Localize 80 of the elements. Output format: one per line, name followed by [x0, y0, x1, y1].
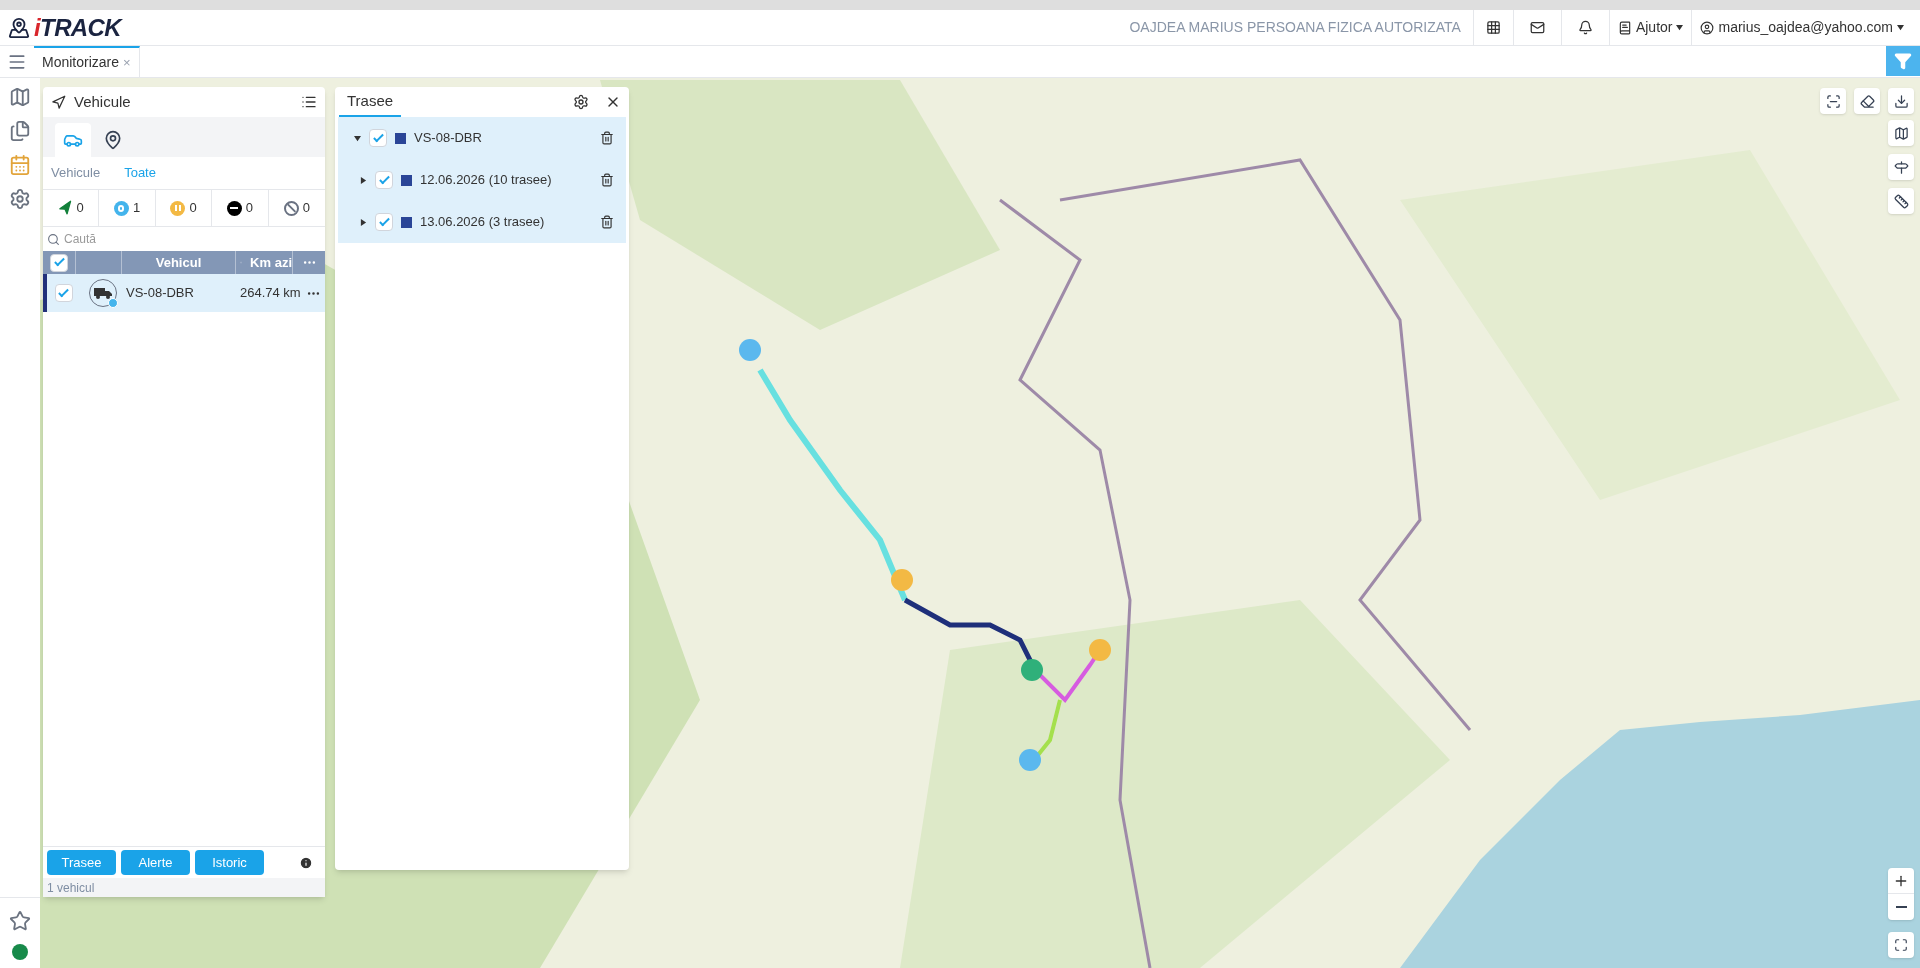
- caret-icon[interactable]: [360, 176, 367, 184]
- delete-icon[interactable]: [600, 215, 614, 229]
- list-icon[interactable]: [301, 94, 317, 110]
- map-button[interactable]: [1888, 120, 1914, 146]
- filter-link[interactable]: Toate: [124, 163, 156, 183]
- grid-icon: [1485, 20, 1501, 35]
- status-count: 1: [132, 199, 141, 218]
- search-icon: [47, 232, 60, 246]
- search-field[interactable]: Caută: [64, 230, 264, 248]
- eraser-button[interactable]: [1854, 88, 1880, 114]
- checkbox[interactable]: [375, 171, 393, 189]
- tree-label: 12.06.2026 (10 trasee): [420, 171, 552, 190]
- status-count: 0: [76, 199, 84, 218]
- eraser-icon: [1859, 93, 1875, 109]
- user-icon: [1700, 20, 1715, 35]
- delete-icon[interactable]: [600, 131, 614, 145]
- close-icon[interactable]: ×: [123, 52, 131, 73]
- star-icon[interactable]: [9, 910, 31, 932]
- caret-icon[interactable]: [360, 218, 367, 226]
- navigation-icon: [51, 94, 66, 110]
- status-count: 0: [245, 199, 253, 218]
- pin-icon: [103, 130, 123, 150]
- user-menu[interactable]: marius_oajdea@yahoo.com: [1691, 10, 1920, 45]
- column-header[interactable]: Km azi: [250, 252, 292, 273]
- caret-icon[interactable]: [354, 134, 361, 142]
- filter-icon: [1894, 52, 1912, 70]
- filter-link[interactable]: Vehicule: [51, 163, 101, 183]
- parked-icon: [113, 200, 129, 216]
- tab-label: Monitorizare: [42, 53, 120, 72]
- route-color-square: [401, 174, 412, 186]
- fullscreen-icon: [1894, 938, 1908, 952]
- book-icon: [1617, 20, 1632, 35]
- vehicle-count: 1 vehicul: [43, 878, 325, 897]
- stop-icon: [226, 200, 242, 216]
- map-layer-button[interactable]: [1820, 88, 1846, 114]
- logo-icon: [8, 16, 30, 39]
- logo: iTRACK: [34, 12, 122, 43]
- layer-icon: [1825, 93, 1841, 109]
- checkbox[interactable]: [375, 213, 393, 231]
- table-cell-text: VS-08-DBR: [126, 284, 195, 303]
- help-label: Ajutor: [1635, 18, 1673, 37]
- checkbox[interactable]: [54, 284, 73, 302]
- map-icon: [1893, 125, 1909, 141]
- user-email: marius_oajdea@yahoo.com: [1718, 18, 1893, 37]
- signpost-icon: [1893, 159, 1909, 175]
- pause-icon: [170, 200, 186, 216]
- caret-icon[interactable]: [1897, 24, 1904, 31]
- minus-icon: [1895, 906, 1907, 908]
- status-count: 0: [189, 199, 197, 218]
- action-button[interactable]: Alerte: [121, 850, 190, 875]
- delete-icon[interactable]: [600, 173, 614, 187]
- tree-label: 13.06.2026 (3 trasee): [420, 213, 545, 232]
- map-icon[interactable]: [9, 86, 31, 108]
- checkbox[interactable]: [50, 253, 68, 272]
- action-button[interactable]: Istoric: [195, 850, 264, 875]
- panel-title: Vehicule: [74, 91, 131, 112]
- documents-icon[interactable]: [9, 120, 31, 142]
- action-button[interactable]: Trasee: [47, 850, 116, 875]
- tab[interactable]: Monitorizare ×: [34, 46, 140, 77]
- route-color-square: [401, 216, 412, 228]
- table-row[interactable]: VS-08-DBR 264.74 km: [43, 274, 325, 312]
- mail-icon: [1529, 20, 1545, 35]
- info-icon[interactable]: [299, 855, 313, 870]
- tree-label: VS-08-DBR: [414, 129, 482, 148]
- company-name: OAJDEA MARIUS PERSOANA FIZICA AUTORIZATA: [1128, 18, 1462, 37]
- download-icon: [1893, 93, 1909, 109]
- arrow-icon: [56, 199, 74, 217]
- signpost-button[interactable]: [1888, 154, 1914, 180]
- fullscreen-button[interactable]: [1888, 932, 1914, 958]
- ruler-icon: [1893, 193, 1909, 209]
- help-menu[interactable]: Ajutor: [1608, 10, 1692, 45]
- caret-icon[interactable]: [1676, 24, 1684, 31]
- ruler-button[interactable]: [1888, 188, 1914, 214]
- no-signal-icon: [283, 200, 299, 216]
- settings-icon[interactable]: [573, 94, 589, 110]
- bell-icon: [1577, 20, 1593, 35]
- route-color-square: [395, 132, 406, 144]
- checkbox[interactable]: [369, 129, 387, 147]
- download-button[interactable]: [1888, 88, 1914, 114]
- status-count: 0: [302, 199, 310, 218]
